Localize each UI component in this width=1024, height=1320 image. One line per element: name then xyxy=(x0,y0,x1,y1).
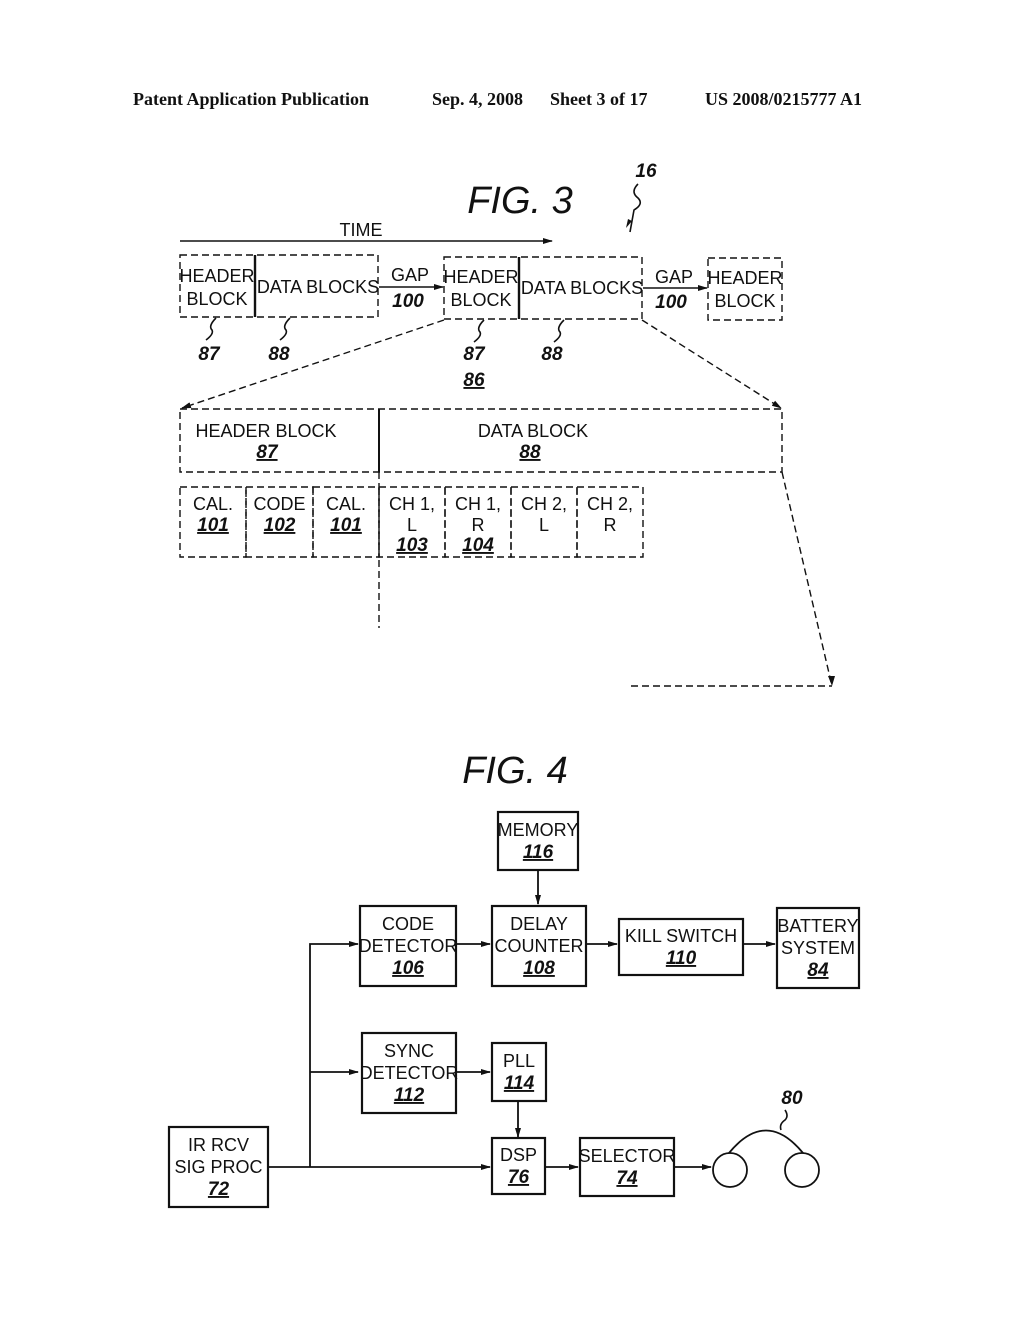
block-ref: 74 xyxy=(616,1168,638,1189)
header-block-label: BLOCK xyxy=(714,291,775,311)
ref-87: 87 xyxy=(198,344,221,365)
block-sync-detector: SYNCDETECTOR112 xyxy=(360,1031,459,1115)
cell-7: CH 2,R xyxy=(576,486,644,558)
block-kill-switch: KILL SWITCH110 xyxy=(617,917,745,977)
block-label: PLL xyxy=(503,1051,535,1071)
cell-sublabel: R xyxy=(604,515,617,535)
fig4-title: FIG. 4 xyxy=(462,750,568,792)
data-blocks-label: DATA BLOCKS xyxy=(521,278,643,298)
block-ref: 106 xyxy=(392,958,424,979)
block-ref: 108 xyxy=(523,958,555,979)
block-label: MEMORY xyxy=(498,820,579,840)
cell-label: CH 2, xyxy=(521,494,567,514)
block-ref: 72 xyxy=(208,1179,230,1200)
block-label: SYNC xyxy=(384,1041,434,1061)
block-label: IR RCV xyxy=(188,1135,249,1155)
block-battery-system: BATTERYSYSTEM84 xyxy=(775,906,861,990)
headphones-ref: 80 xyxy=(781,1088,803,1109)
cell-label: CODE xyxy=(253,494,305,514)
block-pll: PLL114 xyxy=(490,1041,548,1103)
cell-sublabel: L xyxy=(407,515,417,535)
block-label: DELAY xyxy=(510,914,568,934)
ref-88: 88 xyxy=(541,344,563,365)
block-ir-rcv: IR RCVSIG PROC72 xyxy=(167,1125,270,1209)
block-label: COUNTER xyxy=(495,936,584,956)
figure-4: FIG. 4 MEMORY116CODEDETECTOR106DELAYCOUN… xyxy=(167,750,861,1209)
expansion-line-left xyxy=(181,319,445,409)
continuation-line xyxy=(781,471,833,687)
cell-label: CAL. xyxy=(193,494,233,514)
block-ref: 112 xyxy=(394,1085,425,1106)
cell-4: CH 1,L103 xyxy=(378,486,446,558)
cell-5: CH 1,R104 xyxy=(444,486,512,558)
header-block-label: BLOCK xyxy=(186,289,247,309)
header-block-label: BLOCK xyxy=(450,290,511,310)
block-label: SIG PROC xyxy=(174,1157,262,1177)
cell-1: CAL.101 xyxy=(179,486,247,558)
time-label: TIME xyxy=(340,220,383,240)
block-ref: 116 xyxy=(523,842,554,863)
expanded-data-ref: 88 xyxy=(519,442,541,463)
cell-ref: 101 xyxy=(330,515,362,536)
cell-label: CH 1, xyxy=(455,494,501,514)
cell-ref: 101 xyxy=(197,515,229,536)
gap-label: GAP xyxy=(391,265,429,285)
expanded-data-title: DATA BLOCK xyxy=(478,421,588,441)
block-label: DSP xyxy=(500,1145,537,1165)
block-ref: 110 xyxy=(666,948,697,969)
cell-ref: 103 xyxy=(396,535,428,556)
block-ref: 114 xyxy=(504,1073,535,1094)
ref-88: 88 xyxy=(268,344,290,365)
cell-row: CAL.101CODE102CAL.101CH 1,L103CH 1,R104C… xyxy=(179,486,644,558)
cell-label: CAL. xyxy=(326,494,366,514)
ref-86: 86 xyxy=(463,370,485,391)
block-dsp: DSP76 xyxy=(490,1136,547,1196)
cell-3: CAL.101 xyxy=(312,486,380,558)
block-label: SYSTEM xyxy=(781,938,855,958)
cell-sublabel: L xyxy=(539,515,549,535)
expanded-header-title: HEADER BLOCK xyxy=(195,421,336,441)
block-label: DETECTOR xyxy=(360,1063,459,1083)
cell-label: CH 1, xyxy=(389,494,435,514)
cell-ref: 104 xyxy=(462,535,494,556)
block-ref: 84 xyxy=(807,960,829,981)
header-block-label: HEADER xyxy=(443,267,518,287)
cell-6: CH 2,L xyxy=(510,486,578,558)
block-selector: SELECTOR74 xyxy=(579,1136,676,1198)
expanded-header-ref: 87 xyxy=(256,442,279,463)
expanded-frame: HEADER BLOCK 87 DATA BLOCK 88 xyxy=(179,408,783,473)
expansion-line-right xyxy=(641,319,782,409)
leader-16 xyxy=(629,183,642,233)
cell-sublabel: R xyxy=(472,515,485,535)
headphones-icon: 80 xyxy=(712,1088,820,1188)
block-label: DETECTOR xyxy=(359,936,458,956)
block-label: BATTERY xyxy=(777,916,858,936)
header-block-label: HEADER xyxy=(179,266,254,286)
wire-bus-code xyxy=(309,941,359,1167)
packet-1: HEADER BLOCK DATA BLOCKS 87 88 xyxy=(179,254,379,365)
block-label: SELECTOR xyxy=(579,1146,676,1166)
fig3-ref-16: 16 xyxy=(635,161,657,182)
cell-2: CODE102 xyxy=(245,486,314,558)
gap-ref: 100 xyxy=(392,291,424,312)
block-code-detector: CODEDETECTOR106 xyxy=(359,904,458,988)
block-delay-counter: DELAYCOUNTER108 xyxy=(490,904,588,988)
gap-label: GAP xyxy=(655,267,693,287)
patent-drawing-sheet: FIG. 3 16 TIME HEADER BLOCK DATA BLOCKS … xyxy=(167,161,861,1209)
packet-2: HEADER BLOCK DATA BLOCKS 87 88 86 xyxy=(443,256,643,391)
ref-87: 87 xyxy=(463,344,486,365)
fig3-title: FIG. 3 xyxy=(467,180,573,222)
figure-3: FIG. 3 16 TIME HEADER BLOCK DATA BLOCKS … xyxy=(179,161,835,687)
cell-label: CH 2, xyxy=(587,494,633,514)
block-label: CODE xyxy=(382,914,434,934)
block-ref: 76 xyxy=(508,1167,530,1188)
data-blocks-label: DATA BLOCKS xyxy=(257,277,379,297)
block-memory: MEMORY116 xyxy=(496,810,580,872)
header-block-label: HEADER xyxy=(707,268,782,288)
gap-ref: 100 xyxy=(655,292,687,313)
cell-ref: 102 xyxy=(264,515,296,536)
block-label: KILL SWITCH xyxy=(625,926,737,946)
